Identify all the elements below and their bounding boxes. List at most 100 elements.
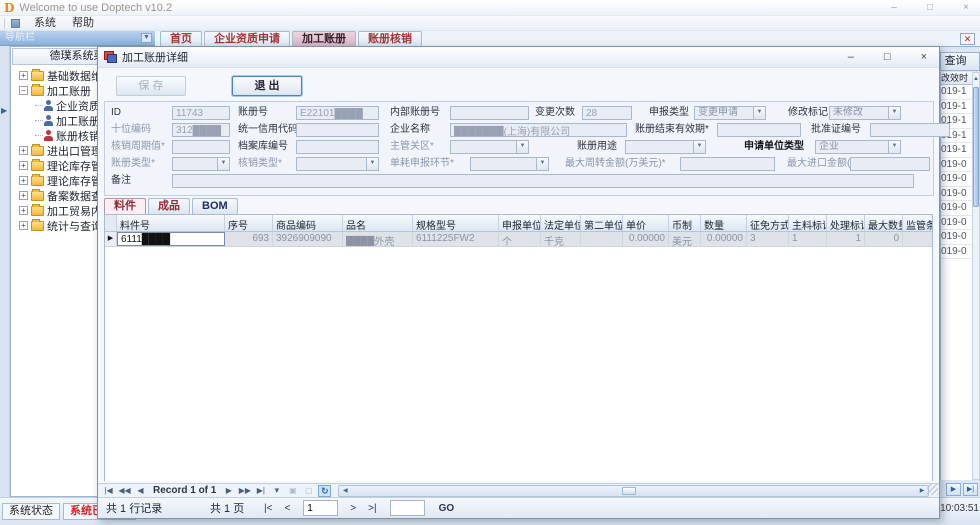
declare-type-select[interactable]: 变更申请 ▼ xyxy=(694,106,766,120)
filter-icon[interactable]: ▼ xyxy=(270,485,283,497)
tab-close-icon[interactable]: ✕ xyxy=(960,33,975,45)
column-header[interactable]: 规格型号 xyxy=(413,215,499,231)
consumption-stage-select[interactable]: ▼ xyxy=(470,157,549,171)
minimize-button[interactable]: – xyxy=(888,0,900,15)
table-row[interactable]: 019-0 xyxy=(941,158,972,172)
expander-icon[interactable]: + xyxy=(19,176,28,185)
cell-name[interactable]: ████外壳 xyxy=(343,232,413,246)
column-header[interactable]: 料件号 xyxy=(117,215,225,231)
customs-district-select[interactable]: ▼ xyxy=(450,140,529,154)
dropdown-arrow-icon[interactable]: ▼ xyxy=(536,158,548,170)
end-date-field[interactable] xyxy=(717,123,801,137)
nav-next-icon[interactable]: ▶ xyxy=(222,485,235,497)
table-row[interactable]: 019-0 xyxy=(941,172,972,187)
nav-first-icon[interactable]: |◀ xyxy=(102,485,115,497)
cell-price[interactable]: 0.00000 xyxy=(623,232,669,246)
scroll-end-icon[interactable]: ▶| xyxy=(963,483,978,496)
tab-book-verification[interactable]: 账册核销 xyxy=(358,31,422,46)
expander-icon[interactable]: + xyxy=(19,161,28,170)
tab-products[interactable]: 成品 xyxy=(148,198,190,214)
column-header[interactable]: 处理标记 xyxy=(827,215,865,231)
table-row[interactable]: 019-0 xyxy=(941,230,972,245)
next-page-button[interactable]: > xyxy=(350,503,356,514)
book-usage-select[interactable]: ▼ xyxy=(625,140,706,154)
cancel-edit-icon[interactable]: ▢ xyxy=(302,485,315,497)
nav-prev-icon[interactable]: ◀ xyxy=(134,485,147,497)
expander-icon[interactable]: + xyxy=(19,146,28,155)
cell-currency[interactable]: 美元 xyxy=(669,232,701,246)
go-button[interactable]: GO xyxy=(439,503,455,514)
goto-page-input[interactable] xyxy=(389,500,425,516)
column-header[interactable]: 法定单位 xyxy=(541,215,581,231)
scrollbar-thumb[interactable] xyxy=(973,87,979,207)
menu-help[interactable]: 帮助 xyxy=(64,16,102,30)
table-row[interactable]: 019-1 xyxy=(941,100,972,114)
close-button[interactable]: × xyxy=(960,0,972,15)
cell-main-flag[interactable]: 1 xyxy=(789,232,827,246)
tab-home[interactable]: 首页 xyxy=(160,31,202,46)
remark-field[interactable] xyxy=(172,174,914,188)
table-row[interactable]: 019-0 xyxy=(941,201,972,216)
dropdown-arrow-icon[interactable]: ▼ xyxy=(888,141,900,153)
table-row[interactable]: 019-1 xyxy=(941,85,972,100)
grid-horizontal-scrollbar[interactable]: ◀ ▶ xyxy=(338,484,929,497)
column-header[interactable]: 第二单位 xyxy=(581,215,623,231)
nav-prev-page-icon[interactable]: ◀◀ xyxy=(118,485,131,497)
dropdown-arrow-icon[interactable]: ▼ xyxy=(366,158,378,170)
cell-max-qty[interactable]: 0 xyxy=(865,232,903,246)
scrollbar-thumb[interactable] xyxy=(621,486,636,495)
dropdown-arrow-icon[interactable]: ▼ xyxy=(888,107,900,119)
background-query-button[interactable]: 查询 xyxy=(940,52,980,71)
dialog-close-button[interactable]: × xyxy=(921,51,927,63)
verify-cycle-field[interactable] xyxy=(172,140,230,154)
dropdown-arrow-icon[interactable]: ▼ xyxy=(693,141,705,153)
dropdown-arrow-icon[interactable]: ▼ xyxy=(217,158,229,170)
table-row[interactable]: 019-1 xyxy=(941,143,972,158)
column-header[interactable]: 单价 xyxy=(623,215,669,231)
ten-code-field[interactable] xyxy=(172,123,230,137)
dialog-minimize-button[interactable]: – xyxy=(848,51,854,63)
pin-icon[interactable]: ▼ xyxy=(141,33,152,43)
last-page-button[interactable]: >| xyxy=(368,503,376,514)
scroll-up-icon[interactable]: ▲ xyxy=(973,73,979,85)
column-header[interactable]: 监管条件 xyxy=(903,215,932,231)
verify-type-select[interactable]: ▼ xyxy=(296,157,379,171)
id-field[interactable] xyxy=(172,106,230,120)
dialog-maximize-button[interactable]: □ xyxy=(884,51,891,63)
refresh-icon[interactable]: ↻ xyxy=(318,484,332,497)
cell-material-no[interactable]: 6111████ xyxy=(117,232,225,246)
change-count-field[interactable] xyxy=(582,106,632,120)
maximize-button[interactable]: □ xyxy=(924,0,936,15)
cell-exempt-mode[interactable]: 3 xyxy=(747,232,789,246)
prev-page-button[interactable]: < xyxy=(284,503,290,514)
book-no-field[interactable] xyxy=(296,106,379,120)
dropdown-arrow-icon[interactable]: ▼ xyxy=(753,107,765,119)
book-type-select[interactable]: ▼ xyxy=(172,157,230,171)
column-header[interactable]: 序号 xyxy=(225,215,273,231)
edit-icon[interactable]: ▣ xyxy=(286,485,299,497)
cell-declare-unit[interactable]: 个 xyxy=(499,232,541,246)
cell-spec[interactable]: 6111225FW2 xyxy=(413,232,499,246)
tab-bom[interactable]: BOM xyxy=(192,198,238,214)
first-page-button[interactable]: |< xyxy=(264,503,272,514)
column-header[interactable]: 币制 xyxy=(669,215,701,231)
dropdown-arrow-icon[interactable]: ▼ xyxy=(516,141,528,153)
nav-last-icon[interactable]: ▶| xyxy=(254,485,267,497)
apply-unit-type-select[interactable]: 企业 ▼ xyxy=(815,140,901,154)
menu-system[interactable]: 系统 xyxy=(26,16,64,30)
expander-icon[interactable]: + xyxy=(19,71,28,80)
background-column-header[interactable]: 改效时 xyxy=(941,72,972,85)
column-header[interactable]: 主料标记 xyxy=(789,215,827,231)
company-field[interactable] xyxy=(450,123,627,137)
tab-processing-book[interactable]: 加工账册 xyxy=(292,31,356,46)
column-header[interactable]: 数量 xyxy=(701,215,747,231)
cell-seq[interactable]: 693 xyxy=(225,232,273,246)
column-header[interactable]: 品名 xyxy=(343,215,413,231)
expander-icon[interactable]: + xyxy=(19,206,28,215)
cell-hs-code[interactable]: 3926909090 xyxy=(273,232,343,246)
cell-legal-unit[interactable]: 千克 xyxy=(541,232,581,246)
expander-icon[interactable]: − xyxy=(19,86,28,95)
table-row[interactable]: 019-0 xyxy=(941,245,972,259)
max-import-field[interactable] xyxy=(850,157,930,171)
cell-supervision[interactable] xyxy=(903,232,932,246)
